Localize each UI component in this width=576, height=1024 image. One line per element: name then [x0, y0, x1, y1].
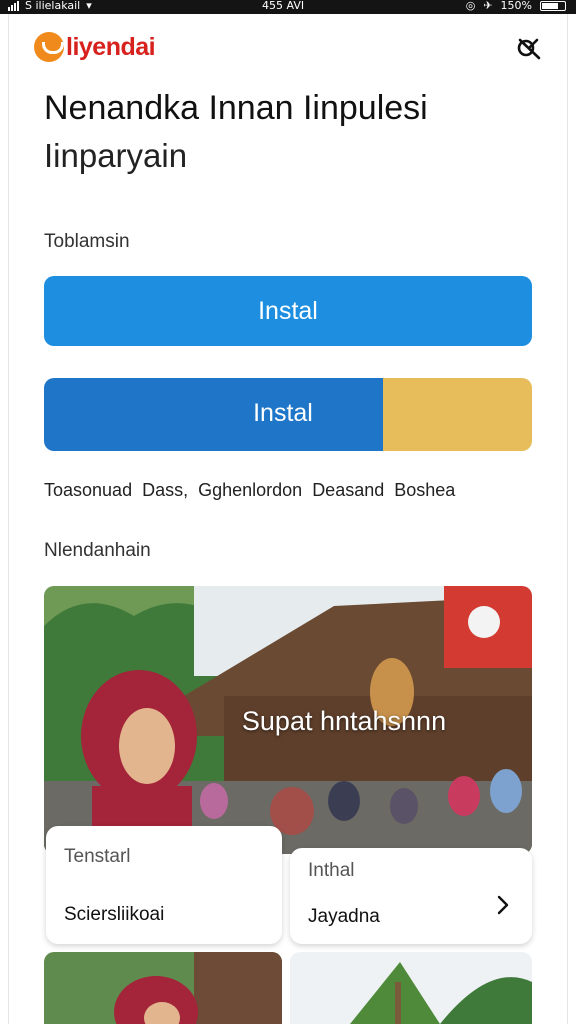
link-0[interactable]: Toasonuad: [44, 480, 132, 501]
thumbnail-1[interactable]: [44, 952, 282, 1024]
brand-logo[interactable]: liyendai: [34, 32, 156, 62]
section-label-install: Toblamsin: [44, 231, 130, 252]
status-left: S ilielakail ▾: [8, 0, 92, 12]
logo-mark-icon: [34, 32, 64, 62]
logo-text: liyendai: [66, 32, 156, 61]
signal-icon: [8, 1, 19, 11]
feature-card-1[interactable]: Tenstarl Sciersliikoai: [46, 826, 282, 944]
thumbnail-1-photo: [44, 952, 282, 1024]
link-4[interactable]: Boshea: [394, 480, 455, 501]
status-right: ◎ ✈ 150%: [466, 0, 566, 12]
close-icon[interactable]: [515, 36, 543, 62]
alarm-icon: ◎: [465, 0, 476, 12]
page-subtitle: Iinparyain: [44, 137, 188, 174]
card-1-bottom: Sciersliikoai: [64, 904, 165, 925]
link-row: Toasonuad Dass, Gghenlordon Deasand Bosh…: [44, 480, 455, 501]
link-2[interactable]: Gghenlordon: [198, 480, 302, 501]
thumbnail-2-photo: [290, 952, 532, 1024]
battery-percent: 150%: [500, 0, 532, 12]
page-title: Nenandka Innan Iinpulesi: [44, 89, 428, 127]
hero-caption: Supat hntahsnnn: [241, 706, 447, 736]
battery-icon: [540, 1, 566, 11]
status-time: 455 AVI: [262, 0, 305, 12]
status-bar: S ilielakail ▾ 455 AVI ◎ ✈ 150%: [0, 0, 576, 14]
install-button-primary[interactable]: Instal: [44, 276, 532, 346]
carrier-name: S ilielakail: [25, 0, 81, 12]
link-3[interactable]: Deasand: [312, 480, 384, 501]
bluetooth-icon: ✈: [483, 0, 493, 12]
section-label-featured: Nlendanhain: [44, 540, 151, 561]
card-2-top: Inthal: [308, 860, 355, 881]
chevron-right-icon[interactable]: [496, 894, 510, 916]
install-button-split[interactable]: Instal: [44, 378, 532, 451]
feature-card-2[interactable]: Inthal Jayadna: [290, 848, 532, 944]
thumbnail-2[interactable]: [290, 952, 532, 1024]
hero-image[interactable]: Supat hntahsnnn: [44, 586, 532, 854]
card-2-bottom: Jayadna: [308, 906, 380, 927]
install-button-split-label: Instal: [253, 399, 313, 427]
card-1-top: Tenstarl: [64, 846, 131, 867]
link-1[interactable]: Dass,: [142, 480, 188, 501]
wifi-icon: ▾: [86, 0, 92, 12]
